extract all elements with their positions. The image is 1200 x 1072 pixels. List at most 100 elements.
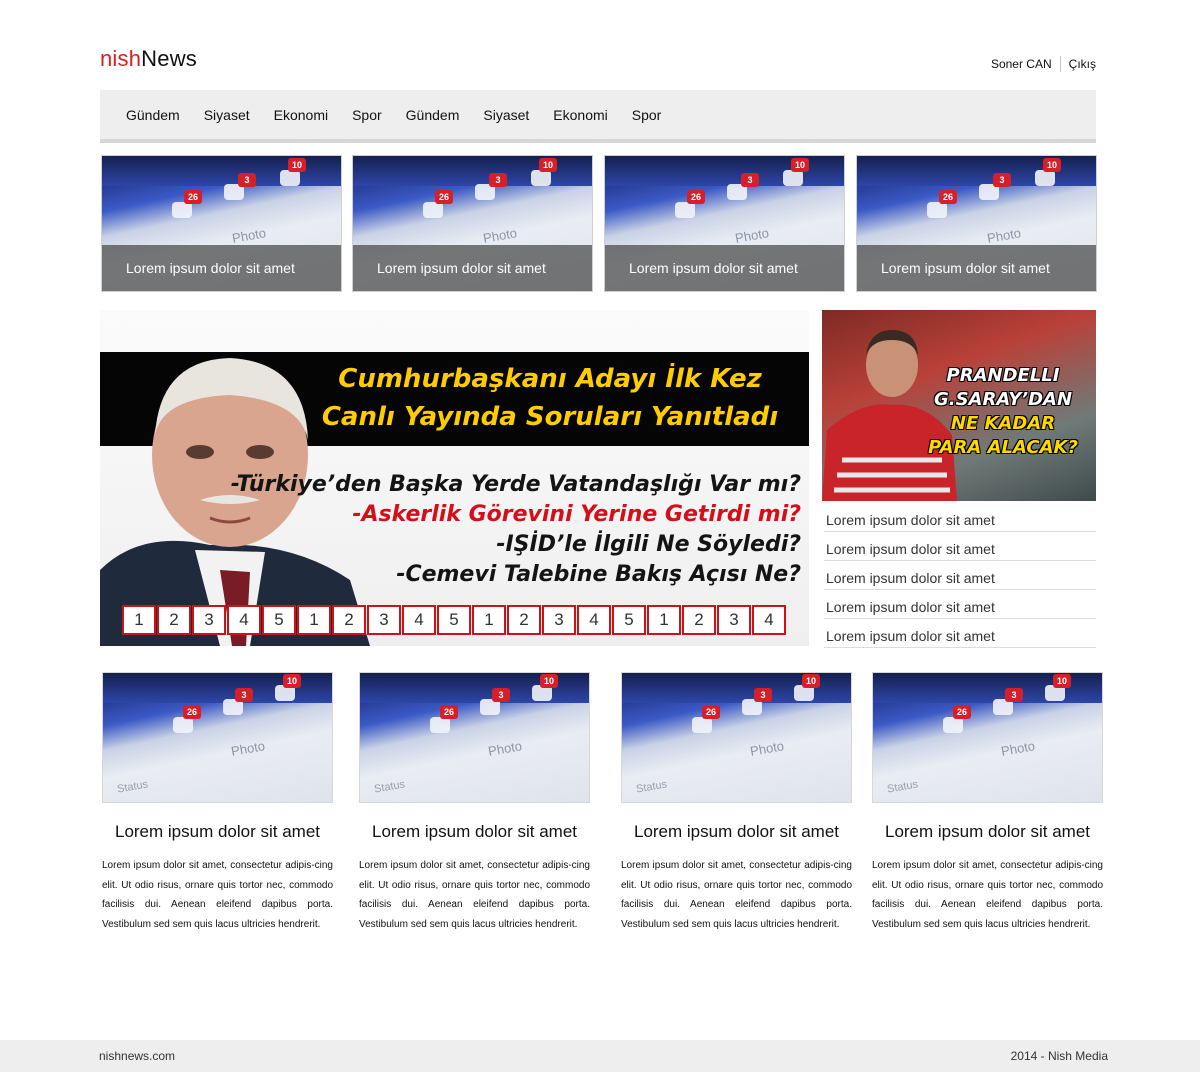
page-footer: nishnews.com 2014 - Nish Media <box>0 1040 1200 1072</box>
nav-item-spor[interactable]: Spor <box>352 107 382 123</box>
hero-bullet: -IŞİD’le İlgili Ne Söyledi? <box>496 532 801 557</box>
news-card[interactable]: 26 3 10 Photo Status Lorem ipsum dolor s… <box>872 672 1103 934</box>
messages-badge: 3 <box>754 688 772 702</box>
nav-item-ekonomi[interactable]: Ekonomi <box>274 107 328 123</box>
slide-page-button[interactable]: 1 <box>297 605 331 635</box>
photo-label: Photo <box>748 738 786 759</box>
slide-page-button[interactable]: 4 <box>577 605 611 635</box>
slide-page-button[interactable]: 2 <box>332 605 366 635</box>
card-body: Lorem ipsum dolor sit amet, consectetur … <box>102 860 333 930</box>
friends-badge: 26 <box>183 705 201 719</box>
friends-icon <box>430 717 450 733</box>
slide-page-button[interactable]: 2 <box>507 605 541 635</box>
notifications-badge: 10 <box>1043 158 1061 172</box>
slide-page-button[interactable]: 1 <box>122 605 156 635</box>
slider-pagination: 1 2 3 4 5 1 2 3 4 5 1 2 3 4 5 1 2 3 4 <box>122 605 787 635</box>
hero-bullet: -Türkiye’den Başka Yerde Vatandaşlığı Va… <box>230 472 801 497</box>
friends-badge: 26 <box>184 190 202 204</box>
slide-page-button[interactable]: 5 <box>437 605 471 635</box>
messages-badge: 3 <box>489 173 507 187</box>
card-title[interactable]: Lorem ipsum dolor sit amet <box>872 822 1103 842</box>
logout-link[interactable]: Çıkış <box>1069 57 1096 71</box>
status-label: Status <box>373 778 406 796</box>
slide-page-button[interactable]: 1 <box>472 605 506 635</box>
sidebar-promo-image[interactable]: PRANDELLI G.SARAY’DAN NE KADAR PARA ALAC… <box>822 310 1096 501</box>
messages-badge: 3 <box>741 173 759 187</box>
nav-item-gundem[interactable]: Gündem <box>126 107 180 123</box>
slide-page-button[interactable]: 5 <box>262 605 296 635</box>
top-thumb[interactable]: 26 3 10 Photo Lorem ipsum dolor sit amet <box>352 155 593 292</box>
photo-label: Photo <box>733 225 771 246</box>
slide-page-button[interactable]: 2 <box>682 605 716 635</box>
slide-page-button[interactable]: 3 <box>542 605 576 635</box>
messages-badge: 3 <box>235 688 253 702</box>
slide-page-button[interactable]: 5 <box>612 605 646 635</box>
slide-page-button[interactable]: 4 <box>402 605 436 635</box>
card-image: 26 3 10 Photo Status <box>872 672 1103 803</box>
user-menu: Soner CAN Çıkış <box>991 56 1096 72</box>
slide-page-button[interactable]: 3 <box>192 605 226 635</box>
logo-part-news: News <box>141 46 197 71</box>
sidebar-news-link[interactable]: Lorem ipsum dolor sit amet <box>824 561 1096 590</box>
top-thumb[interactable]: 26 3 10 Photo Lorem ipsum dolor sit amet <box>101 155 342 292</box>
notifications-badge: 10 <box>283 674 301 688</box>
promo-line: PARA ALACAK? <box>928 437 1078 458</box>
globe-icon <box>1035 170 1055 186</box>
nav-item-siyaset-2[interactable]: Siyaset <box>483 107 529 123</box>
nav-item-spor-2[interactable]: Spor <box>632 107 662 123</box>
photo-label: Photo <box>481 225 519 246</box>
nav-item-ekonomi-2[interactable]: Ekonomi <box>553 107 607 123</box>
footer-copyright: 2014 - Nish Media <box>1010 1049 1108 1063</box>
logo-part-nish: nish <box>100 46 142 71</box>
status-label: Status <box>886 778 919 796</box>
card-title[interactable]: Lorem ipsum dolor sit amet <box>621 822 852 842</box>
notifications-badge: 10 <box>288 158 306 172</box>
news-card[interactable]: 26 3 10 Photo Status Lorem ipsum dolor s… <box>621 672 852 934</box>
card-title[interactable]: Lorem ipsum dolor sit amet <box>102 822 333 842</box>
globe-icon <box>783 170 803 186</box>
top-thumb[interactable]: 26 3 10 Photo Lorem ipsum dolor sit amet <box>604 155 845 292</box>
top-thumb[interactable]: 26 3 10 Photo Lorem ipsum dolor sit amet <box>856 155 1097 292</box>
card-title[interactable]: Lorem ipsum dolor sit amet <box>359 822 590 842</box>
news-card[interactable]: 26 3 10 Photo Status Lorem ipsum dolor s… <box>359 672 590 934</box>
photo-label: Photo <box>999 738 1037 759</box>
photo-label: Photo <box>486 738 524 759</box>
card-body: Lorem ipsum dolor sit amet, consectetur … <box>621 860 852 930</box>
username-link[interactable]: Soner CAN <box>991 57 1052 71</box>
slide-page-button[interactable]: 4 <box>227 605 261 635</box>
friends-badge: 26 <box>953 705 971 719</box>
hero-bullet: -Cemevi Talebine Bakış Açısı Ne? <box>396 562 801 587</box>
slide-page-button[interactable]: 3 <box>717 605 751 635</box>
top-thumbnail-strip: 26 3 10 Photo Lorem ipsum dolor sit amet… <box>100 155 1097 292</box>
status-label: Status <box>635 778 668 796</box>
site-logo[interactable]: nishNews <box>100 46 197 72</box>
hero-headline-line-2: Canlı Yayında Soruları Yanıtladı <box>321 402 779 432</box>
notifications-badge: 10 <box>539 158 557 172</box>
slide-page-button[interactable]: 4 <box>752 605 786 635</box>
friends-badge: 26 <box>939 190 957 204</box>
nav-item-gundem-2[interactable]: Gündem <box>406 107 460 123</box>
friends-icon <box>675 202 695 218</box>
news-card[interactable]: 26 3 10 Photo Status Lorem ipsum dolor s… <box>102 672 333 934</box>
user-menu-divider <box>1059 56 1061 72</box>
messages-badge: 3 <box>993 173 1011 187</box>
slide-page-button[interactable]: 2 <box>157 605 191 635</box>
hero-bullet: -Askerlik Görevini Yerine Getirdi mi? <box>352 502 801 527</box>
slide-page-button[interactable]: 3 <box>367 605 401 635</box>
sidebar-news-link[interactable]: Lorem ipsum dolor sit amet <box>824 503 1096 532</box>
photo-label: Photo <box>985 225 1023 246</box>
hero-slider[interactable]: Cumhurbaşkanı Adayı İlk Kez Canlı Yayınd… <box>100 310 809 646</box>
thumb-caption: Lorem ipsum dolor sit amet <box>857 245 1096 291</box>
slide-page-button[interactable]: 1 <box>647 605 681 635</box>
footer-site[interactable]: nishnews.com <box>99 1049 175 1063</box>
friends-icon <box>927 202 947 218</box>
sidebar-news-link[interactable]: Lorem ipsum dolor sit amet <box>824 619 1096 648</box>
nav-item-siyaset[interactable]: Siyaset <box>204 107 250 123</box>
card-image: 26 3 10 Photo Status <box>102 672 333 803</box>
messages-badge: 3 <box>238 173 256 187</box>
sidebar-news-link[interactable]: Lorem ipsum dolor sit amet <box>824 532 1096 561</box>
friends-badge: 26 <box>440 705 458 719</box>
photo-label: Photo <box>229 738 267 759</box>
sidebar-news-link[interactable]: Lorem ipsum dolor sit amet <box>824 590 1096 619</box>
notifications-badge: 10 <box>791 158 809 172</box>
